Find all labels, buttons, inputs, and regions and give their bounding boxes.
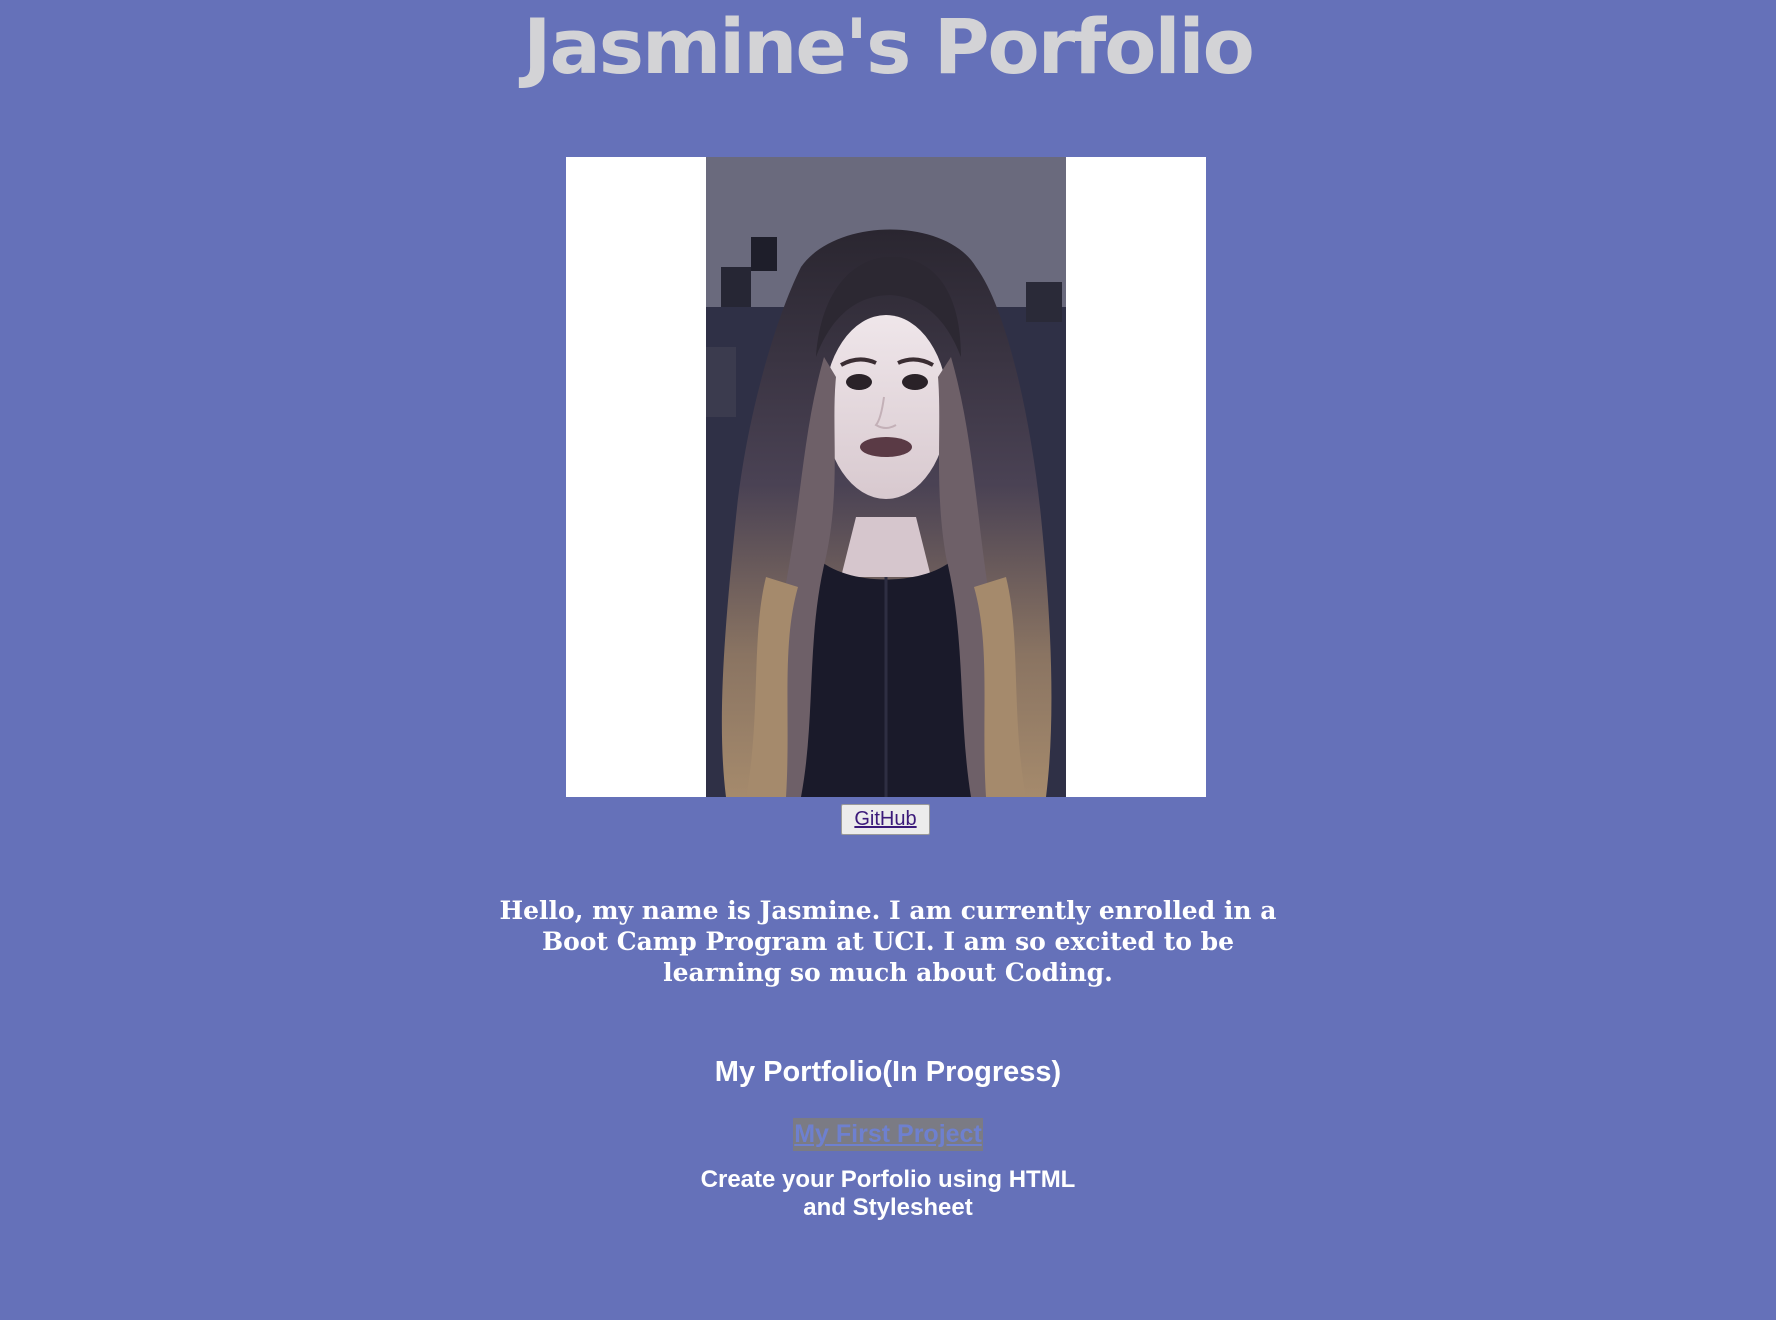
profile-photo-frame (566, 157, 1206, 797)
intro-text: Hello, my name is Jasmine. I am currentl… (499, 896, 1277, 987)
portfolio-heading: My Portfolio(In Progress) (714, 1056, 1062, 1088)
github-button[interactable]: GitHub (841, 804, 930, 835)
project-item: My First Project (0, 1118, 1776, 1154)
project-link[interactable]: My First Project (793, 1118, 983, 1151)
profile-photo (706, 157, 1066, 797)
portrait-photo-icon (706, 157, 1066, 797)
project-description: Create your Porfolio using HTML and Styl… (700, 1166, 1076, 1221)
page-title: Jasmine's Porfolio (523, 2, 1255, 91)
